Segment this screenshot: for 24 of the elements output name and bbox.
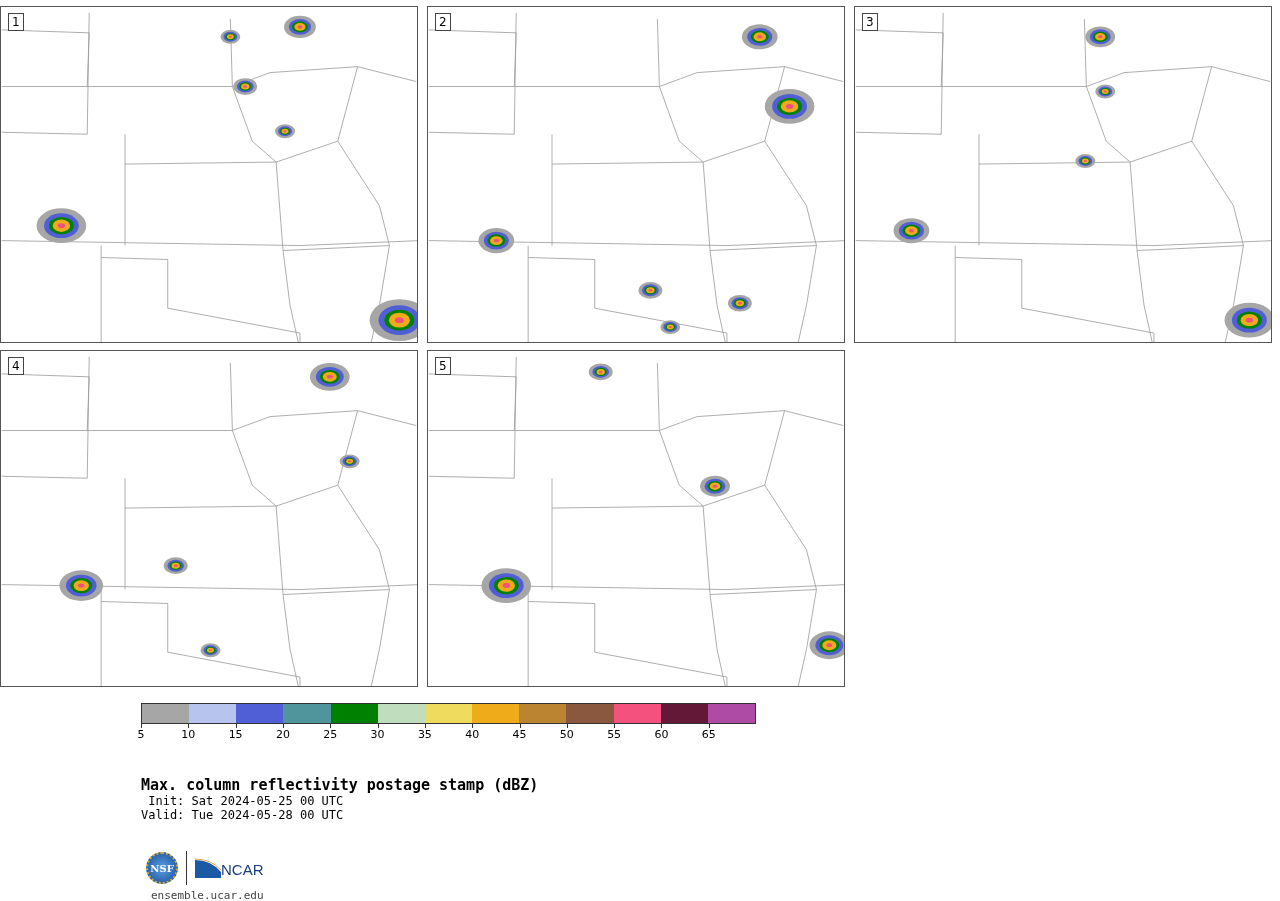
colorbar-tick-label: 25	[323, 728, 338, 742]
colorbar-tick-label: 55	[607, 728, 622, 742]
website-url: ensemble.ucar.edu	[151, 889, 265, 901]
colorbar-tick-label: 45	[512, 728, 527, 742]
panel-number: 5	[435, 357, 451, 375]
init-time: Init: Sat 2024-05-25 00 UTC	[147, 794, 345, 808]
colorbar-tick-label: 5	[137, 728, 145, 742]
colorbar-tick-label: 35	[417, 728, 432, 742]
panel-number: 1	[8, 13, 24, 31]
valid-time: Valid: Tue 2024-05-28 00 UTC	[141, 808, 345, 822]
colorbar-tick-label: 40	[465, 728, 480, 742]
colorbar-tick-label: 20	[275, 728, 290, 742]
colorbar-tick-label: 50	[559, 728, 574, 742]
colorbar-tick-label: 60	[654, 728, 669, 742]
chart-title: Max. column reflectivity postage stamp (dBZ)	[141, 776, 540, 794]
panel-number: 4	[8, 357, 24, 375]
nsf-logo: NSF	[146, 852, 178, 884]
colorbar-tick-label: 15	[228, 728, 243, 742]
ncar-logo: NCAR	[195, 858, 264, 878]
panel-number: 3	[862, 13, 878, 31]
colorbar-tick-label: 65	[701, 728, 716, 742]
colorbar-tick-label: 10	[181, 728, 196, 742]
panel-number: 2	[435, 13, 451, 31]
colorbar-tick-label: 30	[370, 728, 385, 742]
